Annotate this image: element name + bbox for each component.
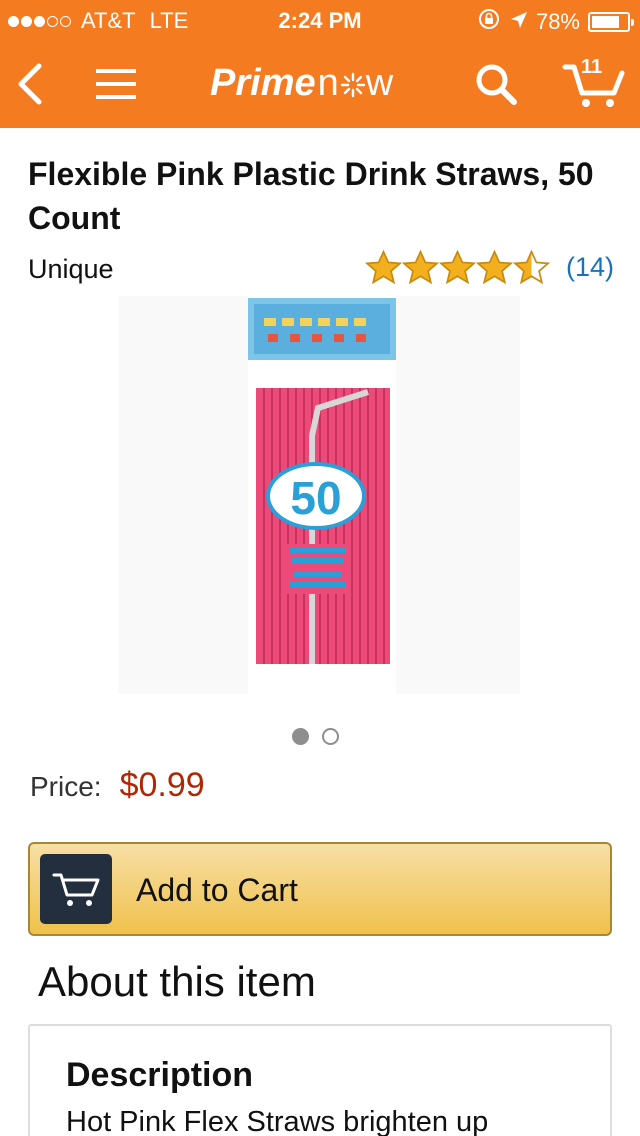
nav-bar: Prime nw 11 <box>0 40 640 128</box>
svg-text:50: 50 <box>290 472 341 524</box>
chevron-left-icon <box>18 63 42 105</box>
battery-percent: 78% <box>535 9 580 34</box>
straws-package-illustration: 50 <box>248 296 396 694</box>
search-icon <box>476 64 517 105</box>
about-heading: About this item <box>38 958 316 1005</box>
add-to-cart-icon-box <box>40 854 112 924</box>
product-rating[interactable]: (14) <box>364 250 614 284</box>
description-heading: Description <box>66 1056 254 1094</box>
prime-now-logo[interactable]: Prime nw <box>210 62 394 105</box>
logo-prime-text: Prime <box>210 62 316 104</box>
status-bar: AT&T LTE 2:24 PM 78% <box>0 0 640 40</box>
status-right: 78% <box>478 8 634 36</box>
star-icon <box>401 250 439 284</box>
battery-fill <box>592 16 619 28</box>
back-button[interactable] <box>0 54 60 114</box>
rating-stars <box>364 250 550 284</box>
price-row: Price: $0.99 <box>30 766 205 805</box>
battery-icon <box>588 12 634 32</box>
image-pager[interactable] <box>292 728 352 745</box>
add-to-cart-button[interactable]: Add to Cart <box>28 842 612 936</box>
hamburger-menu-icon <box>96 69 136 99</box>
star-icon <box>438 250 476 284</box>
product-image[interactable]: 50 <box>118 296 520 694</box>
pager-dot[interactable] <box>322 728 339 745</box>
top-bar: AT&T LTE 2:24 PM 78% Prime nw 11 <box>0 0 640 128</box>
pager-dot[interactable] <box>292 728 309 745</box>
product-title: Flexible Pink Plastic Drink Straws, 50 C… <box>28 156 594 236</box>
location-arrow-icon <box>510 9 528 35</box>
star-icon <box>364 250 402 284</box>
add-to-cart-label: Add to Cart <box>136 872 298 908</box>
description-card: Description Hot Pink Flex Straws brighte… <box>28 1024 612 1136</box>
search-button[interactable] <box>466 54 526 114</box>
cart-icon <box>52 873 100 906</box>
price-value: $0.99 <box>119 766 205 804</box>
product-brand[interactable]: Unique <box>28 254 114 285</box>
logo-now-text: nw <box>317 62 395 104</box>
sun-icon <box>340 65 366 98</box>
star-icon <box>475 250 513 284</box>
review-count-link[interactable]: (14) <box>566 252 614 283</box>
star-icon <box>512 250 550 284</box>
rotation-lock-icon <box>478 8 500 36</box>
menu-button[interactable] <box>86 54 146 114</box>
price-label: Price: <box>30 771 102 802</box>
description-text: Hot Pink Flex Straws brighten up <box>66 1106 489 1136</box>
cart-button[interactable]: 11 <box>558 54 630 114</box>
cart-count-badge: 11 <box>581 56 603 78</box>
